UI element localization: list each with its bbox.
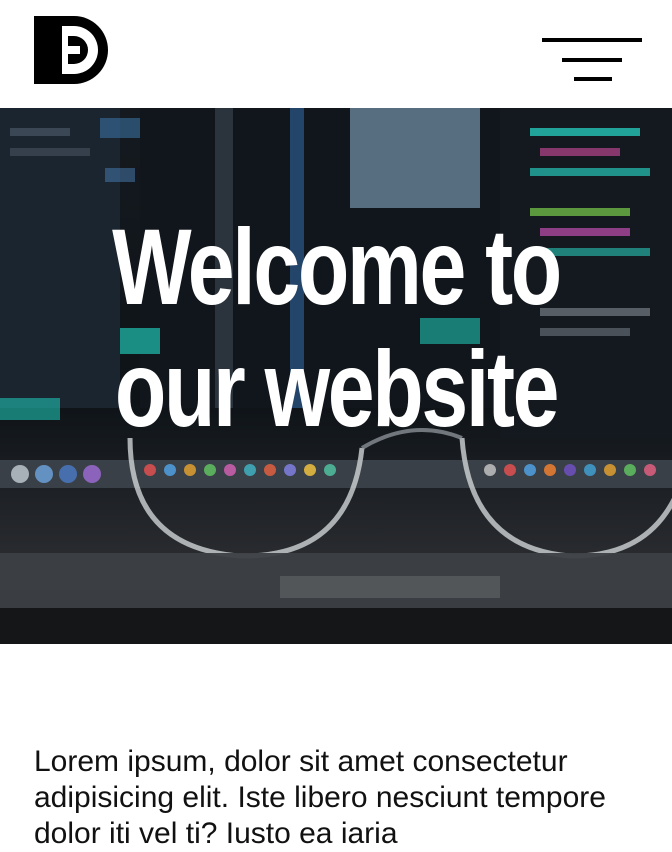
menu-line — [574, 77, 612, 81]
hero-title-line-2: our website — [114, 328, 560, 449]
logo-icon[interactable] — [34, 16, 108, 84]
intro-paragraph: Lorem ipsum, dolor sit amet consectetur … — [34, 745, 606, 850]
main-content: Lorem ipsum, dolor sit amet consectetur … — [0, 644, 672, 852]
hero-title-line-1: Welcome to — [112, 206, 562, 327]
hero-banner: Welcome to our website — [0, 108, 672, 644]
menu-line — [562, 58, 622, 62]
hero-title: Welcome to our website — [74, 206, 598, 450]
menu-line — [542, 38, 642, 42]
hamburger-menu-icon[interactable] — [536, 30, 648, 86]
site-header — [0, 0, 672, 108]
